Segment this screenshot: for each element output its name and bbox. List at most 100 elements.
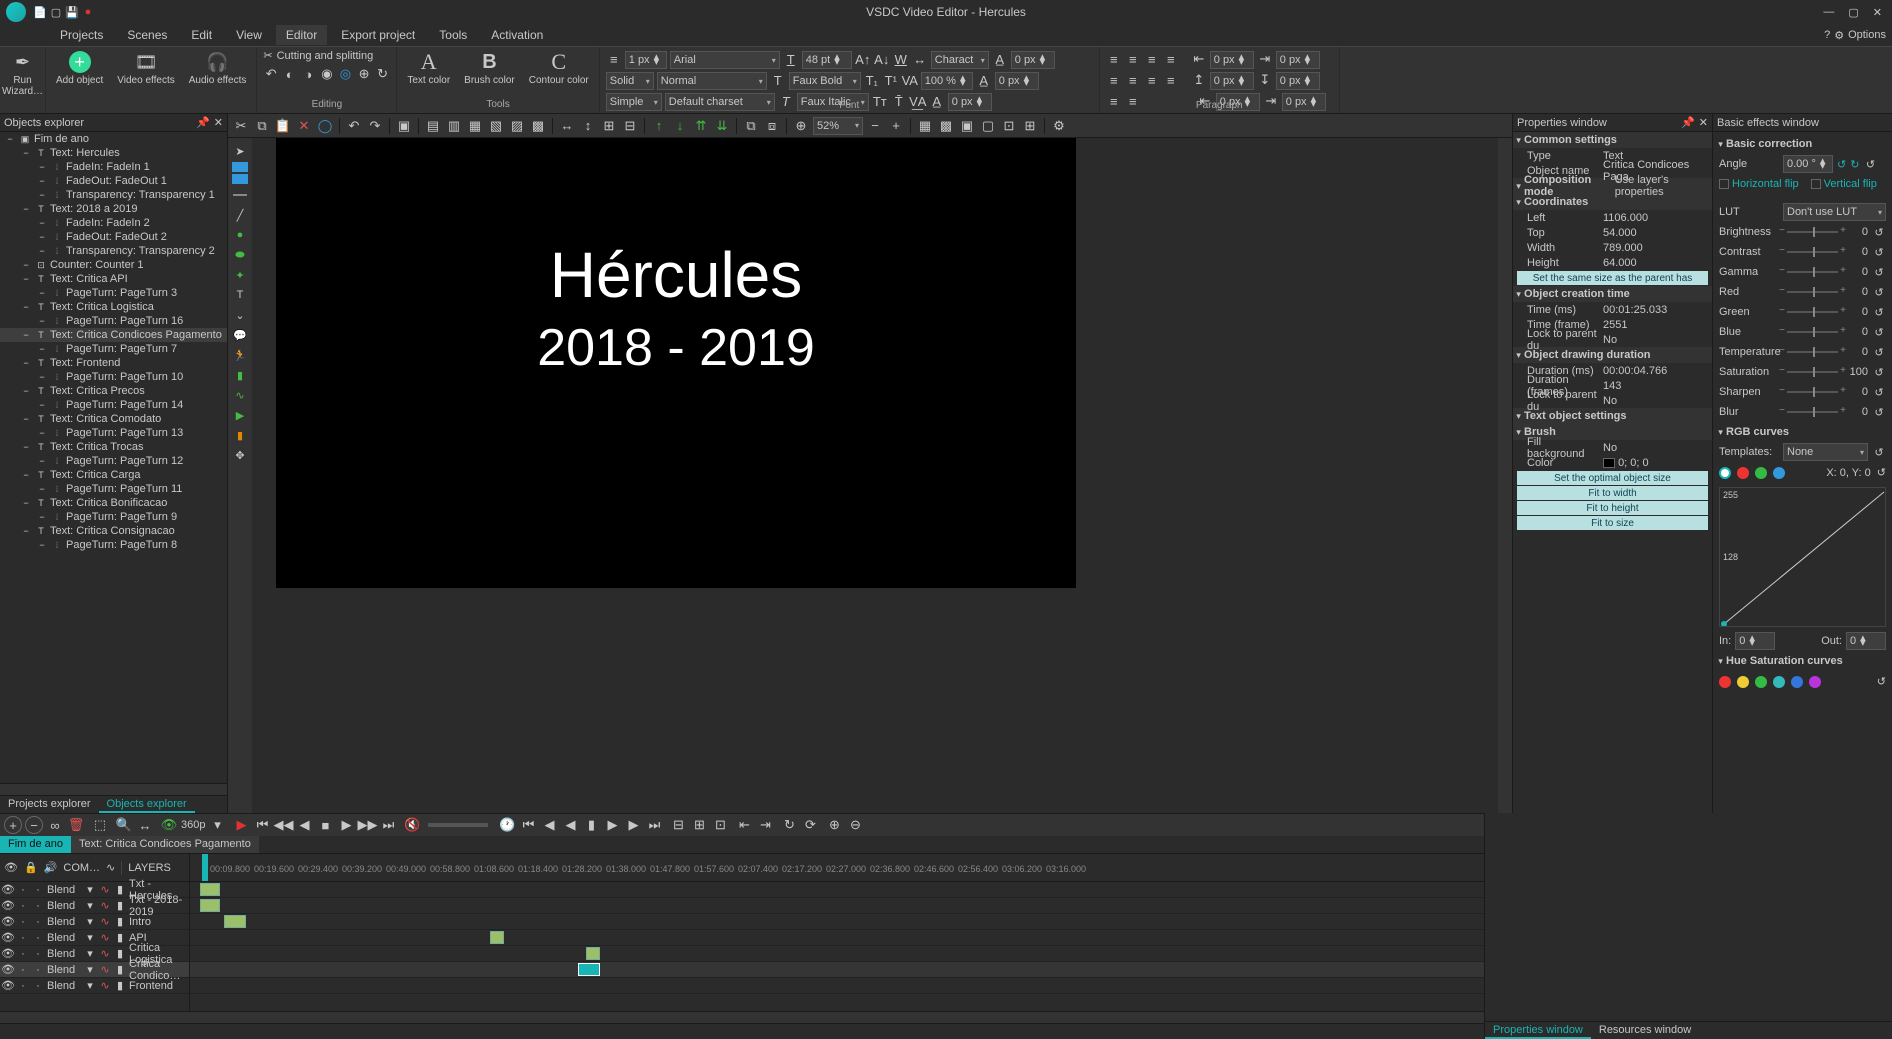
- v-fillbg[interactable]: No: [1601, 442, 1712, 454]
- fit-height-button[interactable]: Fit to height: [1517, 501, 1708, 515]
- close-icon[interactable]: ✕: [1873, 6, 1882, 19]
- tree-item[interactable]: −⊡Counter: Counter 1: [0, 258, 227, 272]
- dist3[interactable]: ⊞: [600, 117, 618, 135]
- tl-link[interactable]: ∞: [46, 816, 64, 834]
- menu-edit[interactable]: Edit: [181, 25, 222, 45]
- timeline-clip[interactable]: [200, 899, 220, 912]
- tab-resources-window[interactable]: Resources window: [1591, 1022, 1699, 1039]
- track-lock-icon[interactable]: ·: [17, 948, 29, 960]
- person-tool[interactable]: 🏃: [230, 346, 250, 364]
- menu-view[interactable]: View: [226, 25, 272, 45]
- first-frame-icon[interactable]: ⏮: [253, 816, 271, 834]
- track-lane[interactable]: [190, 882, 1484, 898]
- font-size-spin[interactable]: 48 pt▴▾: [802, 51, 852, 69]
- tree-item[interactable]: −⦙Transparency: Transparency 1: [0, 188, 227, 202]
- timeline-clip[interactable]: [586, 947, 600, 960]
- templates-combo[interactable]: None▾: [1783, 443, 1868, 461]
- tree-item[interactable]: −⦙PageTurn: PageTurn 7: [0, 342, 227, 356]
- clock-icon[interactable]: 🕐: [498, 816, 516, 834]
- al3[interactable]: ▦: [466, 117, 484, 135]
- cut-icon[interactable]: ✂: [232, 117, 250, 135]
- tree-item[interactable]: −TText: Critica Carga: [0, 468, 227, 482]
- track-bar-icon[interactable]: ▮: [114, 964, 126, 976]
- track-eye-icon[interactable]: 👁: [2, 980, 14, 992]
- track-bar-icon[interactable]: ▮: [114, 916, 126, 928]
- track-lane[interactable]: [190, 898, 1484, 914]
- slider-red[interactable]: −+: [1787, 291, 1838, 293]
- li-spin[interactable]: 0 px▴▾: [1282, 93, 1326, 111]
- stage-text-hercules[interactable]: Hércules: [550, 238, 803, 312]
- delete-icon[interactable]: ✕: [295, 117, 313, 135]
- just-3[interactable]: ≡: [1144, 72, 1160, 88]
- props-comp-header[interactable]: Composition mode Use layer's properties: [1513, 178, 1712, 194]
- tree-item[interactable]: −TText: 2018 a 2019: [0, 202, 227, 216]
- slider-temperature[interactable]: −+: [1787, 351, 1838, 353]
- track-blend[interactable]: Blend: [47, 916, 81, 928]
- track-audio-icon[interactable]: ·: [32, 980, 44, 992]
- valign-2[interactable]: ≡: [1125, 93, 1141, 109]
- tree-item[interactable]: −⦙PageTurn: PageTurn 10: [0, 370, 227, 384]
- undo-icon[interactable]: ↶: [345, 117, 363, 135]
- group-icon[interactable]: ⧉: [742, 117, 760, 135]
- slider-blue[interactable]: −+: [1787, 331, 1838, 333]
- tree-item[interactable]: −⦙PageTurn: PageTurn 13: [0, 426, 227, 440]
- options-label[interactable]: Options: [1848, 29, 1886, 41]
- props-objdur-header[interactable]: Object drawing duration: [1513, 347, 1712, 363]
- al2[interactable]: ▥: [445, 117, 463, 135]
- track-audio-icon[interactable]: ·: [32, 884, 44, 896]
- tree-expand-icon[interactable]: −: [20, 301, 32, 313]
- add-object-button[interactable]: +Add object: [52, 49, 107, 88]
- last-indent-icon[interactable]: ⇥: [1263, 93, 1279, 109]
- pin-icon[interactable]: 📌: [1681, 116, 1695, 129]
- timeline-clip[interactable]: [224, 915, 246, 928]
- tl-remove[interactable]: −: [25, 816, 43, 834]
- tree-expand-icon[interactable]: −: [20, 329, 32, 341]
- edit-tool-5[interactable]: ◎: [338, 66, 354, 82]
- edit-tool-4[interactable]: ◉: [319, 66, 335, 82]
- menu-tools[interactable]: Tools: [429, 25, 477, 45]
- tab-objects-explorer[interactable]: Objects explorer: [99, 796, 195, 813]
- chevron-down-icon[interactable]: ▾: [84, 884, 96, 896]
- reset-icon[interactable]: ↺: [1872, 286, 1886, 299]
- tl-eye-icon[interactable]: 👁: [160, 816, 178, 834]
- tree-item[interactable]: −⦙PageTurn: PageTurn 11: [0, 482, 227, 496]
- track-audio-icon[interactable]: ·: [32, 900, 44, 912]
- track-lane[interactable]: [190, 946, 1484, 962]
- align-left-icon[interactable]: ≡: [1106, 51, 1122, 67]
- track-blend[interactable]: Blend: [47, 980, 81, 992]
- m4[interactable]: ▮: [582, 816, 600, 834]
- close-panel-icon[interactable]: ✕: [214, 116, 223, 129]
- track-bar-icon[interactable]: ▮: [114, 884, 126, 896]
- tree-expand-icon[interactable]: −: [36, 217, 48, 229]
- v-lock1[interactable]: No: [1601, 334, 1712, 346]
- track-bar-icon[interactable]: ▮: [114, 900, 126, 912]
- pointer-tool[interactable]: ➤: [230, 142, 250, 160]
- zoom-combo[interactable]: 52%▾: [813, 117, 863, 135]
- rotate-right-icon[interactable]: ↻: [1850, 158, 1859, 171]
- track-wave-icon[interactable]: ∿: [99, 884, 111, 896]
- grid6[interactable]: ⊞: [1021, 117, 1039, 135]
- timeline-tab-scene[interactable]: Fim de ano: [0, 836, 71, 853]
- chevron-down-icon[interactable]: ▾: [84, 948, 96, 960]
- text-tool[interactable]: T: [230, 286, 250, 304]
- hue-green[interactable]: [1755, 676, 1767, 688]
- track-wave-icon[interactable]: ∿: [99, 916, 111, 928]
- edit-tool-2[interactable]: ◐: [282, 66, 298, 82]
- tree-expand-icon[interactable]: −: [20, 259, 32, 271]
- tree-expand-icon[interactable]: −: [20, 385, 32, 397]
- playhead[interactable]: [202, 854, 208, 882]
- dline-tool[interactable]: ╱: [230, 206, 250, 224]
- slider-sharpen[interactable]: −+: [1787, 391, 1838, 393]
- menu-editor[interactable]: Editor: [276, 25, 327, 45]
- lock-col-icon[interactable]: 🔒: [24, 861, 38, 874]
- dist1[interactable]: ↔: [558, 117, 576, 135]
- tree-expand-icon[interactable]: −: [36, 427, 48, 439]
- indent2-spin[interactable]: 0 px▴▾: [1276, 51, 1320, 69]
- fit-size-button[interactable]: Fit to size: [1517, 516, 1708, 530]
- tree-item[interactable]: −⦙FadeOut: FadeOut 2: [0, 230, 227, 244]
- track-blend[interactable]: Blend: [47, 884, 81, 896]
- tree-expand-icon[interactable]: −: [20, 147, 32, 159]
- just-4[interactable]: ≡: [1163, 72, 1179, 88]
- loop2-icon[interactable]: ⟳: [801, 816, 819, 834]
- just-1[interactable]: ≡: [1106, 72, 1122, 88]
